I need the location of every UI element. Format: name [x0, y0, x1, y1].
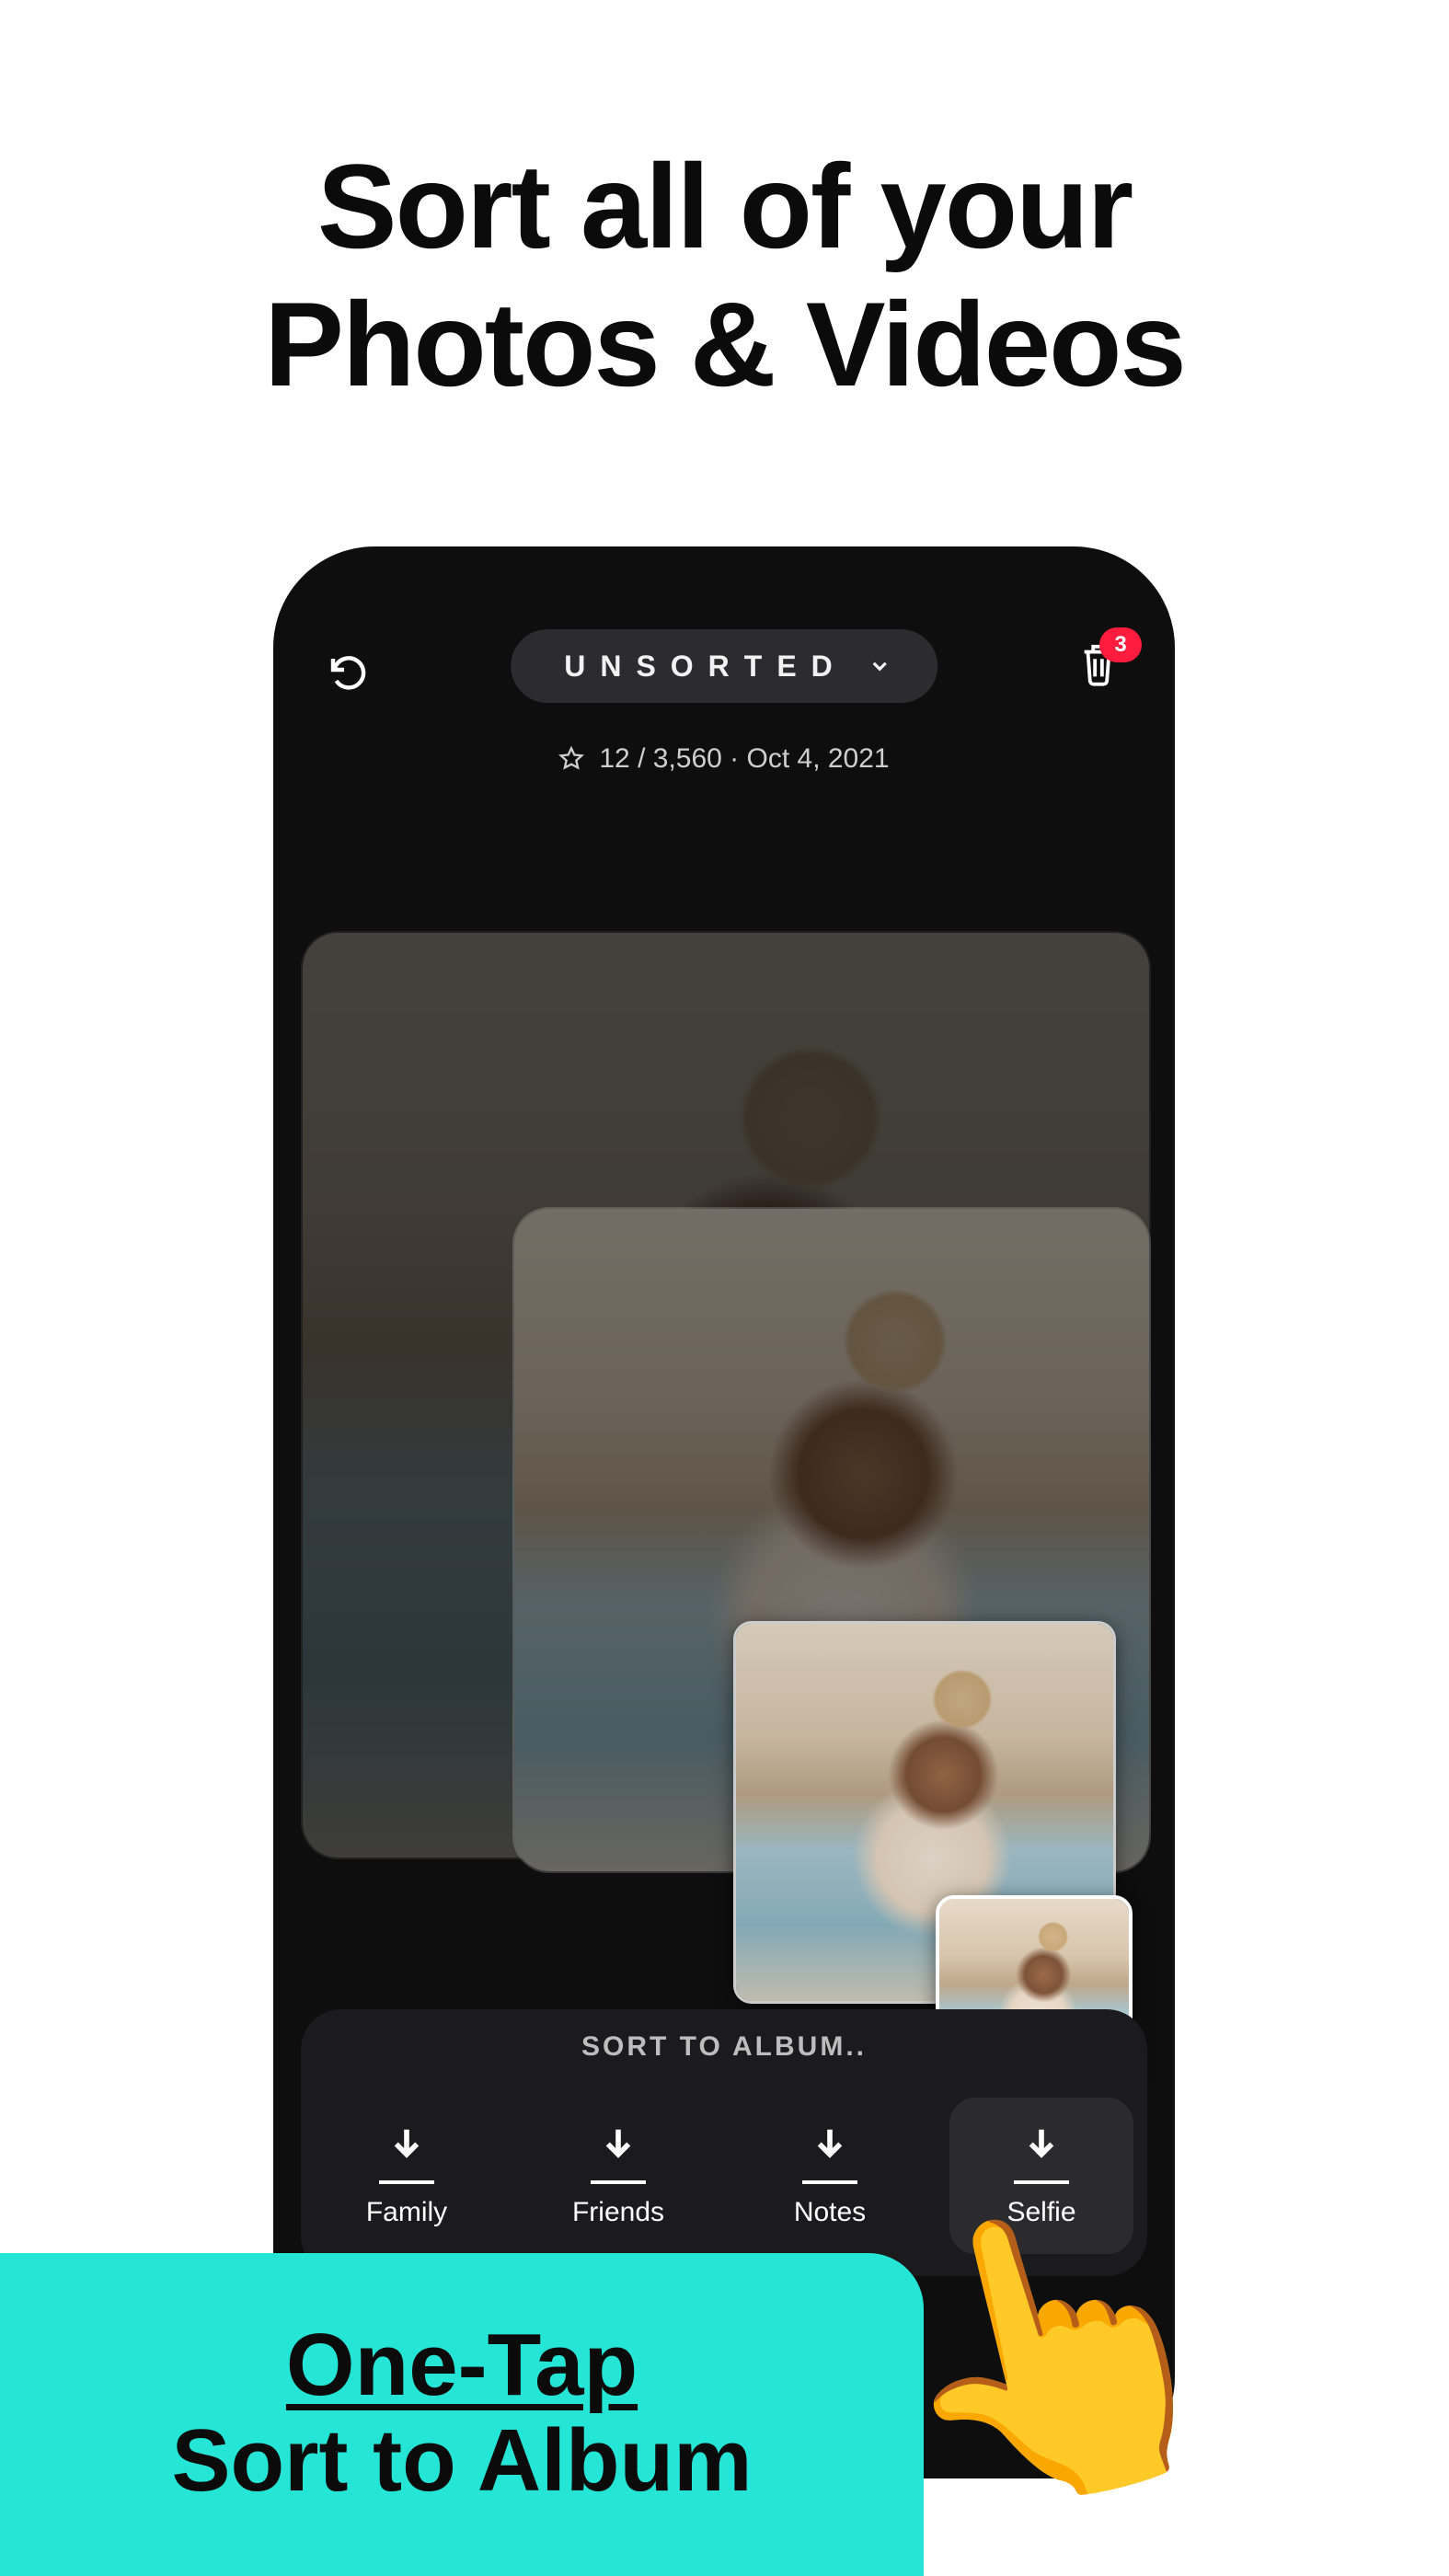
album-label: Family	[366, 2197, 447, 2228]
banner-line2: Sort to Album	[171, 2412, 752, 2510]
album-label: Notes	[794, 2197, 866, 2228]
filter-dropdown[interactable]: UNSORTED	[511, 629, 937, 703]
marketing-headline: Sort all of your Photos & Videos	[0, 138, 1449, 413]
download-icon	[593, 2123, 643, 2173]
headline-line2: Photos & Videos	[264, 277, 1185, 411]
feature-banner: One-Tap Sort to Album	[0, 2253, 924, 2576]
phone-frame: UNSORTED 3 12 / 3,560 · Oct 4, 2021	[273, 546, 1175, 2478]
undo-icon	[328, 650, 372, 694]
trash-button[interactable]: 3	[1077, 638, 1129, 696]
headline-line1: Sort all of your	[317, 139, 1132, 273]
banner-line1: One-Tap	[286, 2319, 638, 2412]
album-button-family[interactable]: Family	[315, 2098, 499, 2254]
download-icon	[382, 2123, 431, 2173]
sortbar-title: SORT TO ALBUM..	[301, 2031, 1147, 2063]
album-button-friends[interactable]: Friends	[526, 2098, 710, 2254]
chevron-down-icon	[868, 654, 891, 678]
album-label: Friends	[572, 2197, 664, 2228]
trash-badge: 3	[1099, 627, 1142, 662]
undo-button[interactable]	[324, 646, 375, 697]
download-icon	[805, 2123, 855, 2173]
photo-counter: 12 / 3,560 · Oct 4, 2021	[599, 743, 889, 775]
album-button-notes[interactable]: Notes	[738, 2098, 922, 2254]
filter-label: UNSORTED	[557, 650, 847, 684]
top-bar: UNSORTED 3	[273, 629, 1175, 703]
photo-meta-row: 12 / 3,560 · Oct 4, 2021	[273, 743, 1175, 775]
star-icon[interactable]	[558, 746, 584, 772]
download-icon	[1017, 2123, 1066, 2173]
